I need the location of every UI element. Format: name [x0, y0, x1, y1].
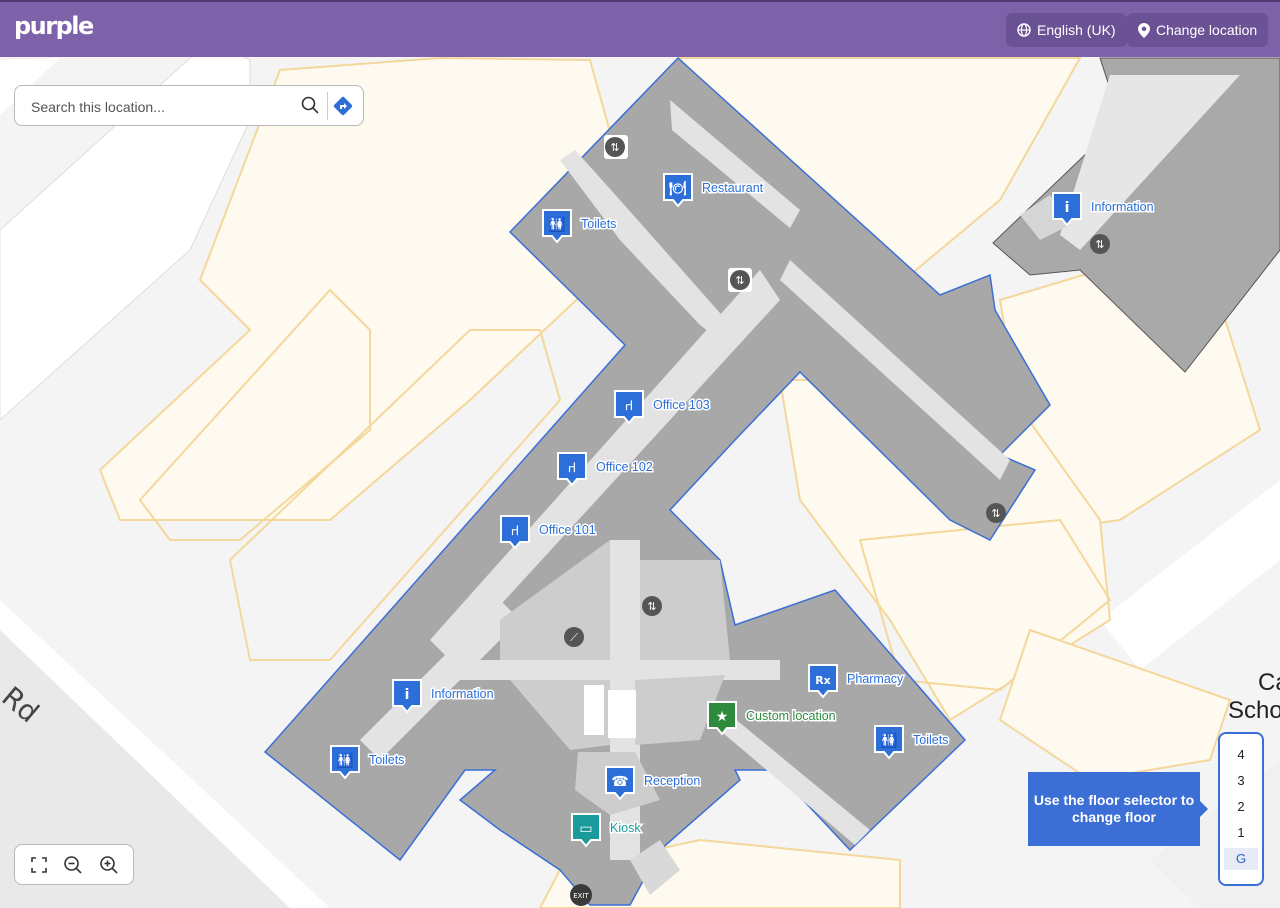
information-icon-glyph: i	[405, 687, 410, 703]
search-box	[14, 85, 364, 126]
poi-label: Pharmacy	[847, 672, 904, 686]
building-label-2: Scho	[1228, 697, 1280, 724]
floor-option-1[interactable]: 1	[1224, 822, 1258, 844]
kiosk-icon-glyph: ▭	[579, 821, 592, 837]
restaurant-icon-glyph: 🍽	[669, 180, 687, 197]
language-label: English (UK)	[1037, 22, 1116, 38]
directions-icon[interactable]	[333, 96, 353, 121]
poi-label: Office 103	[653, 398, 710, 412]
lift-icon: ⇅	[728, 268, 752, 292]
toilets-icon-glyph: 🚻	[880, 732, 897, 749]
office-chair-icon-glyph: ⑁	[625, 398, 633, 414]
brand-logo: purple	[14, 12, 94, 40]
search-input[interactable]	[29, 95, 303, 119]
zoom-controls	[14, 844, 134, 885]
stairs-icon: ⟋	[564, 627, 584, 647]
poi-label: Restaurant	[702, 181, 764, 195]
floor-option-4[interactable]: 4	[1224, 744, 1258, 766]
toilets-icon-glyph: 🚻	[548, 216, 565, 233]
poi-label: Custom location	[746, 709, 836, 723]
star-icon-glyph: ★	[716, 709, 729, 725]
svg-text:⇅: ⇅	[735, 274, 744, 287]
office-chair-icon-glyph: ⑁	[511, 523, 519, 539]
exit-marker: EXIT	[570, 884, 592, 906]
zoom-out-icon[interactable]	[63, 855, 83, 880]
floor-option-3[interactable]: 3	[1224, 770, 1258, 792]
svg-text:⇅: ⇅	[647, 600, 656, 613]
zoom-in-icon[interactable]	[99, 855, 119, 880]
toilets-icon-glyph: 🚻	[336, 752, 353, 769]
lift-icon: ⇅	[1090, 234, 1110, 254]
poi-label: Office 102	[596, 460, 653, 474]
poi-label: Toilets	[913, 733, 948, 747]
floor-selector-tooltip: Use the floor selector to change floor	[1028, 772, 1208, 846]
poi-label: Information	[1091, 200, 1154, 214]
svg-text:EXIT: EXIT	[573, 892, 589, 900]
location-pin-icon	[1138, 22, 1150, 38]
reception-icon-glyph: ☎	[611, 774, 628, 790]
floor-option-g[interactable]: G	[1224, 848, 1258, 870]
information-icon-glyph: i	[1065, 200, 1070, 216]
header-bar: purple English (UK) Change location	[0, 0, 1280, 57]
poi-label: Toilets	[581, 217, 616, 231]
change-location-label: Change location	[1156, 22, 1258, 38]
search-divider	[327, 92, 328, 120]
floor-option-2[interactable]: 2	[1224, 796, 1258, 818]
lift-icon: ⇅	[986, 503, 1006, 523]
office-chair-icon-glyph: ⑁	[568, 460, 576, 476]
floor-tooltip-text: Use the floor selector to change floor	[1033, 792, 1195, 825]
globe-icon	[1017, 23, 1031, 37]
svg-text:⇅: ⇅	[610, 141, 619, 154]
search-icon[interactable]	[301, 96, 319, 119]
poi-label: Kiosk	[610, 821, 641, 835]
svg-text:⟋: ⟋	[570, 631, 578, 644]
poi-label: Toilets	[369, 753, 404, 767]
language-button[interactable]: English (UK)	[1006, 13, 1127, 47]
svg-text:⇅: ⇅	[991, 507, 1000, 520]
poi-label: Information	[431, 687, 494, 701]
poi-label: Office 101	[539, 523, 596, 537]
svg-text:⇅: ⇅	[1095, 238, 1104, 251]
poi-label: Reception	[644, 774, 700, 788]
pharmacy-icon-glyph: Rx	[815, 674, 831, 687]
change-location-button[interactable]: Change location	[1127, 13, 1269, 47]
fullscreen-icon[interactable]	[29, 855, 49, 880]
lift-icon: ⇅	[604, 135, 628, 159]
building-label: Ca	[1258, 669, 1280, 696]
lift-icon: ⇅	[642, 596, 662, 616]
floor-selector: 4 3 2 1 G	[1218, 732, 1264, 886]
